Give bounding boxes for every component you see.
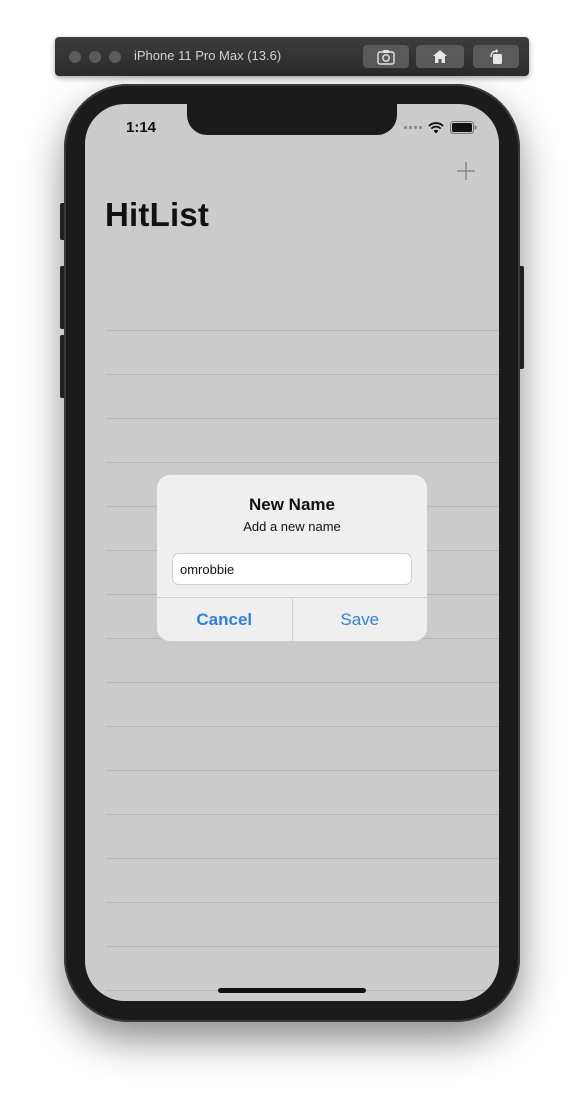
new-name-alert: New Name Add a new name Cancel Save [157,475,427,641]
table-row[interactable] [106,639,499,683]
close-window-icon[interactable] [69,51,81,63]
status-icons [404,121,477,134]
table-row[interactable] [106,727,499,771]
simulator-title: iPhone 11 Pro Max (13.6) [134,48,282,63]
wifi-icon [428,121,444,133]
table-row[interactable] [106,815,499,859]
alert-actions: Cancel Save [157,597,427,641]
battery-icon [450,121,477,134]
table-row[interactable] [106,947,499,991]
table-row[interactable] [106,375,499,419]
rotate-icon [490,48,502,64]
status-time: 1:14 [126,119,157,136]
plus-icon [457,162,475,180]
home-icon [433,50,447,63]
cancel-button[interactable]: Cancel [157,598,293,641]
minimize-window-icon[interactable] [89,51,101,63]
cellular-signal-icon [404,126,422,129]
phone-screen: 1:14 HitList New Name Add a new name omr… [85,104,499,1001]
name-input[interactable] [172,553,412,585]
table-row[interactable] [106,771,499,815]
notch [187,104,397,135]
rotate-button[interactable] [473,45,519,68]
save-button[interactable]: Save [293,598,428,641]
screenshot-button[interactable] [363,45,409,68]
table-row[interactable] [106,683,499,727]
home-button[interactable] [416,45,464,68]
table-row[interactable] [106,419,499,463]
table-row[interactable] [106,859,499,903]
zoom-window-icon[interactable] [109,51,121,63]
alert-message: Add a new name [243,519,341,534]
table-row[interactable] [106,331,499,375]
screenshot-icon [377,49,395,65]
simulator-toolbar: iPhone 11 Pro Max (13.6) [55,37,529,76]
add-button[interactable] [455,160,477,182]
table-row[interactable] [106,287,499,331]
alert-title: New Name [249,495,335,514]
table-row[interactable] [106,903,499,947]
home-indicator[interactable] [218,988,366,993]
page-title: HitList [105,196,210,233]
